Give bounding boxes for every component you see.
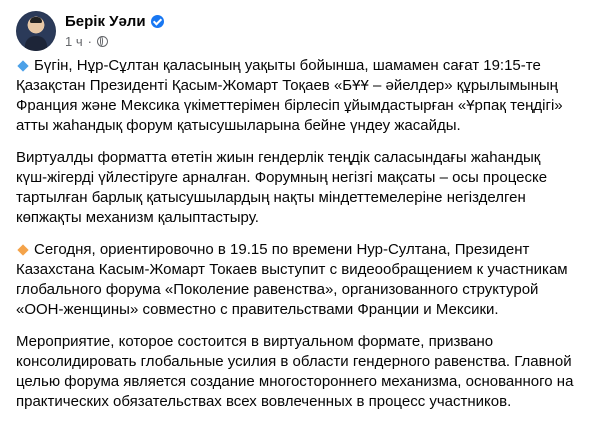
post-paragraph-4: Мероприятие, которое состоится в виртуал… bbox=[16, 332, 575, 412]
post-paragraph-2: Виртуалды форматта өтетін жиын гендерлік… bbox=[16, 148, 575, 228]
author-name[interactable]: Берік Уәли bbox=[65, 13, 146, 30]
post-header: Берік Уәли 1 ч · bbox=[16, 0, 575, 52]
paragraph-text: Бүгін, Нұр-Сұлтан қаласының уақыты бойын… bbox=[16, 57, 563, 134]
post-paragraph-1: Бүгін, Нұр-Сұлтан қаласының уақыты бойын… bbox=[16, 56, 575, 136]
post-paragraph-3: Сегодня, ориентировочно в 19.15 по време… bbox=[16, 240, 575, 320]
paragraph-text: Виртуалды форматта өтетін жиын гендерлік… bbox=[16, 149, 548, 226]
blue-diamond-icon bbox=[17, 59, 29, 72]
author-avatar[interactable] bbox=[16, 11, 56, 51]
orange-diamond-icon bbox=[17, 243, 29, 256]
post-body: Бүгін, Нұр-Сұлтан қаласының уақыты бойын… bbox=[16, 56, 575, 412]
post-subline: 1 ч · bbox=[65, 34, 164, 49]
separator-dot: · bbox=[87, 34, 92, 49]
post-meta: Берік Уәли 1 ч · bbox=[65, 11, 164, 49]
facebook-post: Берік Уәли 1 ч · Бүгін, Нұр-Сұлтан қалас… bbox=[0, 0, 591, 429]
globe-icon[interactable] bbox=[96, 36, 108, 47]
verified-badge-icon bbox=[150, 14, 164, 28]
post-timestamp[interactable]: 1 ч bbox=[65, 34, 83, 49]
paragraph-text: Мероприятие, которое состоится в виртуал… bbox=[16, 333, 574, 410]
paragraph-text: Сегодня, ориентировочно в 19.15 по време… bbox=[16, 241, 568, 318]
author-row: Берік Уәли bbox=[65, 12, 164, 30]
